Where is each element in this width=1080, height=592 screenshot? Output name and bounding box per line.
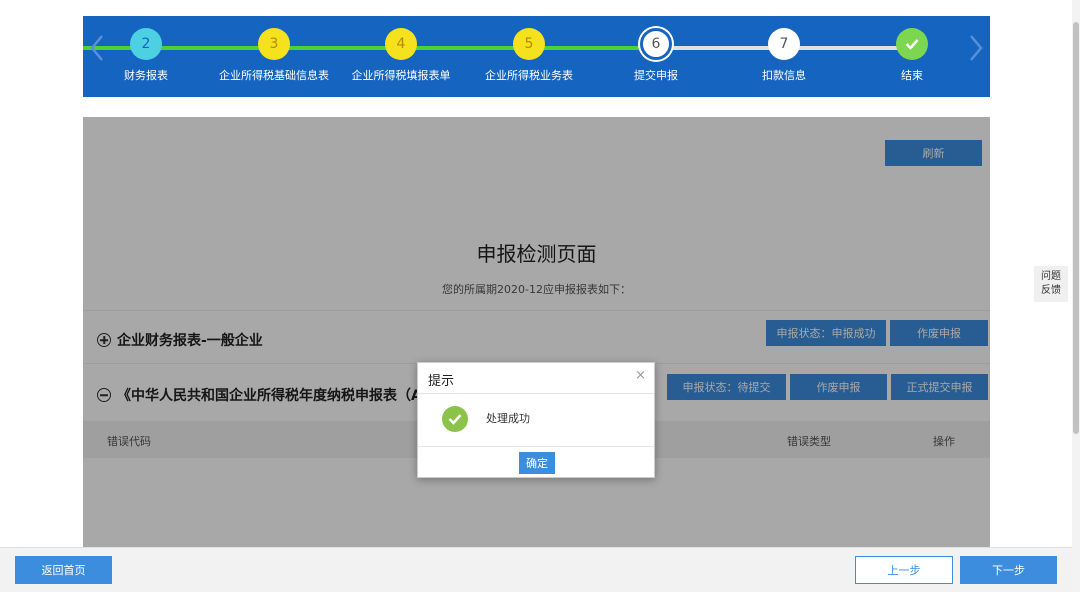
step-label: 提交申报 (634, 69, 678, 82)
step-circle: 2 (130, 28, 162, 60)
checkmark-icon (896, 28, 928, 60)
step-label: 企业所得税业务表 (485, 69, 573, 82)
feedback-tab[interactable]: 问题 反馈 (1034, 266, 1068, 302)
step-label: 企业所得税基础信息表 (219, 69, 329, 82)
dialog-message: 处理成功 (486, 412, 530, 425)
step-label: 企业所得税填报表单 (351, 69, 451, 82)
step-7[interactable]: 7 扣款信息 (714, 28, 854, 83)
feedback-line: 反馈 (1041, 285, 1061, 296)
step-circle: 5 (513, 28, 545, 60)
step-end[interactable]: 结束 (842, 28, 982, 83)
step-label: 财务报表 (124, 69, 168, 82)
step-4[interactable]: 4 企业所得税填报表单 (331, 28, 471, 83)
bottom-action-bar: 返回首页 上一步 下一步 (0, 547, 1072, 592)
step-5[interactable]: 5 企业所得税业务表 (459, 28, 599, 83)
modal-backdrop (83, 117, 990, 557)
success-check-icon (442, 406, 468, 432)
progress-stepper: 2 财务报表 3 企业所得税基础信息表 4 企业所得税填报表单 5 企业所得税业… (83, 16, 990, 97)
step-circle: 3 (258, 28, 290, 60)
scrollbar-thumb[interactable] (1073, 22, 1079, 434)
step-2[interactable]: 2 财务报表 (76, 28, 216, 83)
feedback-line: 问题 (1041, 271, 1061, 282)
step-label: 结束 (901, 69, 923, 82)
step-label: 扣款信息 (762, 69, 806, 82)
prev-step-button[interactable]: 上一步 (855, 556, 953, 584)
dialog-title: 提示 (428, 374, 455, 389)
dialog-divider (418, 446, 654, 447)
step-circle: 6 (640, 28, 672, 60)
step-3[interactable]: 3 企业所得税基础信息表 (204, 28, 344, 83)
dialog-divider (418, 393, 654, 394)
confirm-button[interactable]: 确定 (519, 452, 555, 474)
alert-dialog: 提示 × 处理成功 确定 (417, 362, 655, 478)
close-icon[interactable]: × (635, 368, 646, 383)
return-home-button[interactable]: 返回首页 (15, 556, 112, 584)
step-6-current[interactable]: 6 提交申报 (586, 28, 726, 83)
step-circle: 4 (385, 28, 417, 60)
next-step-button[interactable]: 下一步 (960, 556, 1057, 584)
step-circle: 7 (768, 28, 800, 60)
page-scrollbar[interactable] (1072, 0, 1080, 592)
